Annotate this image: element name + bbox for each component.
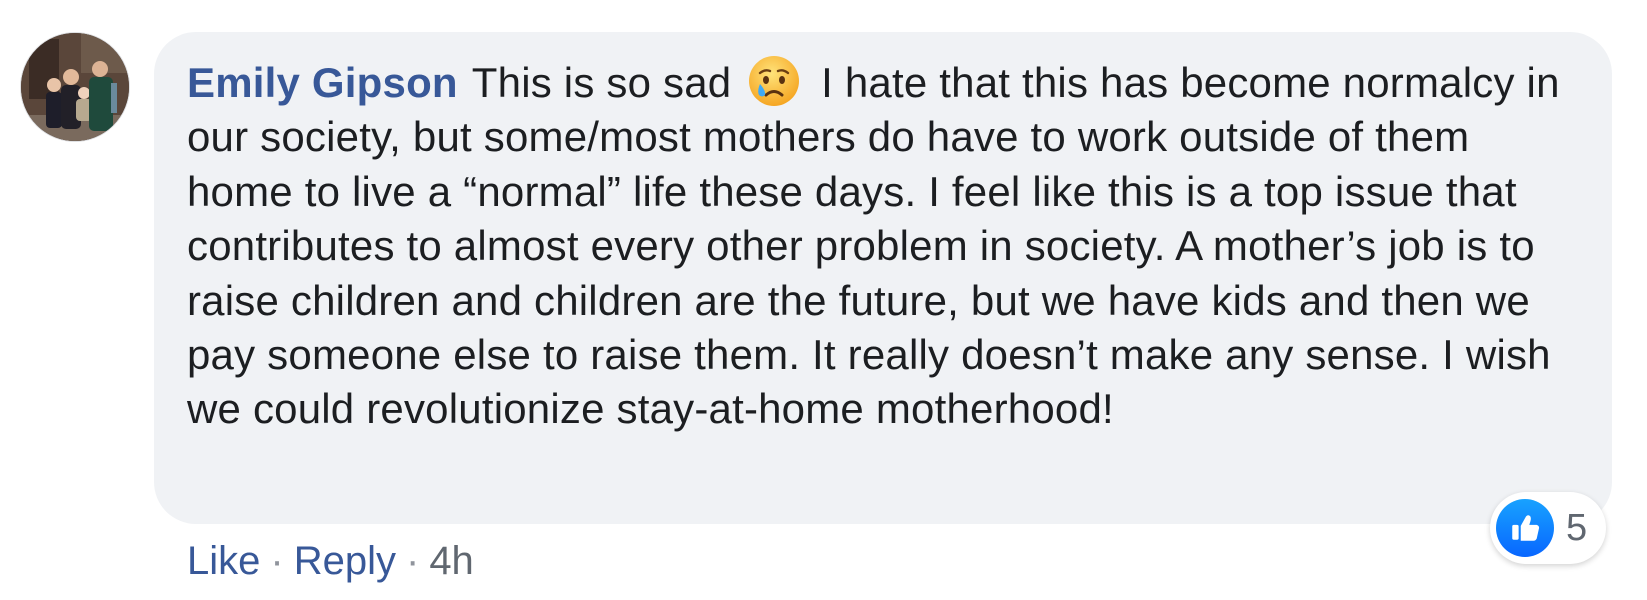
timestamp[interactable]: 4h	[429, 539, 474, 583]
comment-actions: Like · Reply · 4h	[187, 536, 474, 586]
comment-body: Emily Gipson This is so sad I hate that t…	[187, 54, 1587, 437]
reply-button[interactable]: Reply	[294, 539, 396, 583]
comment-bubble: Emily Gipson This is so sad I hate that t…	[154, 32, 1612, 524]
comment-text-rest: I hate that this has become normalcy in …	[187, 59, 1560, 433]
reaction-count: 5	[1566, 506, 1588, 549]
like-icon	[1496, 499, 1554, 557]
profile-photo	[21, 33, 129, 141]
thumbs-up-icon	[1512, 515, 1540, 541]
like-button[interactable]: Like	[187, 539, 260, 583]
reaction-summary[interactable]: 5	[1490, 492, 1606, 564]
comment-text-start: This is so sad	[471, 59, 732, 106]
author-name[interactable]: Emily Gipson	[187, 59, 458, 106]
avatar[interactable]	[20, 32, 130, 142]
separator: ·	[405, 539, 420, 583]
comment: Emily Gipson This is so sad I hate that t…	[0, 0, 1647, 600]
crying-face-emoji-icon	[749, 56, 800, 106]
separator: ·	[270, 539, 284, 583]
